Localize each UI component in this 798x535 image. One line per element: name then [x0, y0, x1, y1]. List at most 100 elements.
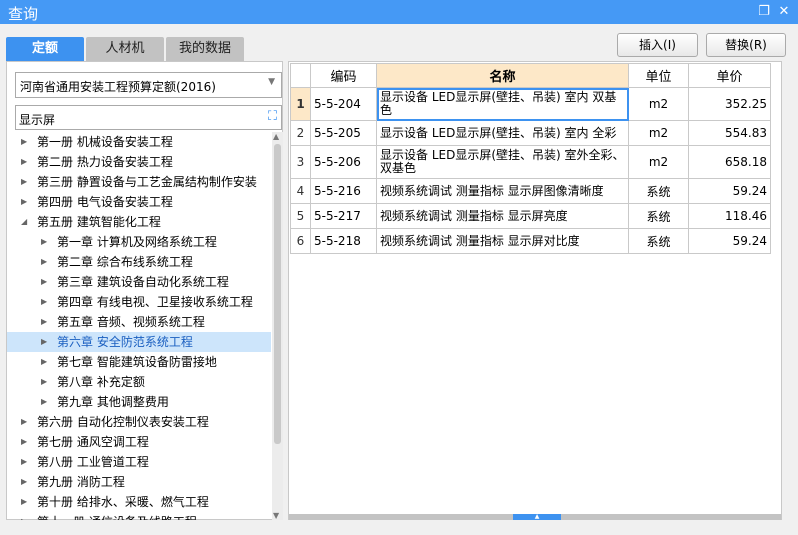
table-row[interactable]: 3 5-5-206 显示设备 LED显示屏(壁挂、吊装) 室外全彩、双基色 m2 658…: [290, 145, 771, 179]
table-row[interactable]: 5 5-5-217 视频系统调试 测量指标 显示屏亮度 系统 118.46: [290, 203, 771, 229]
table-row[interactable]: 1 5-5-204 显示设备 LED显示屏(壁挂、吊装) 室内 双基色 m2 352.2…: [290, 87, 771, 121]
column-header[interactable]: 名称: [376, 63, 629, 88]
tree-node[interactable]: ▶ 第八册 工业管道工程: [7, 452, 271, 472]
tree-node[interactable]: ▶ 第四册 电气设备安装工程: [7, 192, 271, 212]
cell-name[interactable]: 视频系统调试 测量指标 显示屏对比度: [376, 228, 629, 254]
restore-icon[interactable]: ❐: [756, 4, 772, 20]
expand-icon[interactable]: ▶: [41, 272, 47, 292]
tree-node[interactable]: ▶ 第二册 热力设备安装工程: [7, 152, 271, 172]
cell-code[interactable]: 5-5-216: [310, 178, 377, 204]
expand-icon[interactable]: ▶: [41, 292, 47, 312]
expand-icon[interactable]: ▶: [41, 352, 47, 372]
tree-node[interactable]: ▶ 第五章 音频、视频系统工程: [7, 312, 271, 332]
column-header[interactable]: [290, 63, 311, 88]
cell-code[interactable]: 5-5-205: [310, 120, 377, 146]
cell-code[interactable]: 5-5-218: [310, 228, 377, 254]
cell-unit[interactable]: 系统: [628, 178, 689, 204]
cell-name[interactable]: 视频系统调试 测量指标 显示屏图像清晰度: [376, 178, 629, 204]
column-header[interactable]: 单位: [628, 63, 689, 88]
cell-no[interactable]: 3: [290, 145, 311, 179]
column-header[interactable]: 单价: [688, 63, 771, 88]
splitter-handle[interactable]: ▲: [513, 514, 561, 520]
insert-button[interactable]: 插入(I): [617, 33, 698, 57]
cell-name[interactable]: 视频系统调试 测量指标 显示屏亮度: [376, 203, 629, 229]
tree-node[interactable]: ▶ 第六章 安全防范系统工程: [7, 332, 271, 352]
tree-node[interactable]: ▶ 第九章 其他调整费用: [7, 392, 271, 412]
table-row[interactable]: 4 5-5-216 视频系统调试 测量指标 显示屏图像清晰度 系统 59.24: [290, 178, 771, 204]
tree-node[interactable]: ◢ 第五册 建筑智能化工程: [7, 212, 271, 232]
tab-labor-material-machine[interactable]: 人材机: [86, 37, 164, 61]
cell-no[interactable]: 4: [290, 178, 311, 204]
cell-unit[interactable]: m2: [628, 120, 689, 146]
cell-unit[interactable]: m2: [628, 87, 689, 121]
tree-node[interactable]: ▶ 第十一册 通信设备及线路工程: [7, 512, 271, 520]
cell-unit[interactable]: m2: [628, 145, 689, 179]
cell-code[interactable]: 5-5-217: [310, 203, 377, 229]
expand-icon[interactable]: ▶: [41, 252, 47, 272]
search-input[interactable]: 显示屏 ⛶: [15, 105, 282, 130]
tree-node[interactable]: ▶ 第一章 计算机及网络系统工程: [7, 232, 271, 252]
close-icon[interactable]: ✕: [776, 4, 792, 20]
cell-code[interactable]: 5-5-206: [310, 145, 377, 179]
cell-unit[interactable]: 系统: [628, 228, 689, 254]
cell-no[interactable]: 1: [290, 87, 311, 121]
cell-no[interactable]: 5: [290, 203, 311, 229]
clear-brush-icon[interactable]: ⛶: [268, 109, 277, 124]
tree-node[interactable]: ▶ 第七章 智能建筑设备防雷接地: [7, 352, 271, 372]
results-table: 编码 名称 单位 单价 1 5-5-204 显示设备 LED显示屏(壁挂、吊装) 室内 双…: [290, 63, 771, 254]
horizontal-scrollbar[interactable]: ▲: [289, 514, 781, 520]
tree-node[interactable]: ▶ 第九册 消防工程: [7, 472, 271, 492]
window-title: 查询: [8, 5, 39, 23]
column-header[interactable]: 编码: [310, 63, 377, 88]
cell-unit[interactable]: 系统: [628, 203, 689, 229]
tree-node[interactable]: ▶ 第六册 自动化控制仪表安装工程: [7, 412, 271, 432]
expand-icon[interactable]: ▶: [21, 452, 27, 472]
tree-node[interactable]: ▶ 第二章 综合布线系统工程: [7, 252, 271, 272]
scrollbar-thumb[interactable]: [274, 144, 281, 444]
tab-quota[interactable]: 定额: [6, 37, 84, 61]
expand-icon[interactable]: ▶: [21, 472, 27, 492]
quota-library-select[interactable]: 河南省通用安装工程预算定额(2016) ▼: [15, 72, 282, 98]
cell-price[interactable]: 352.25: [688, 87, 771, 121]
expand-icon[interactable]: ▶: [41, 372, 47, 392]
cell-price[interactable]: 658.18: [688, 145, 771, 179]
tree-node[interactable]: ▶ 第四章 有线电视、卫星接收系统工程: [7, 292, 271, 312]
tree-node-label: 第三册 静置设备与工艺金属结构制作安装: [37, 175, 257, 189]
expand-icon[interactable]: ▶: [21, 192, 27, 212]
cell-name[interactable]: 显示设备 LED显示屏(壁挂、吊装) 室内 全彩: [376, 120, 629, 146]
cell-price[interactable]: 118.46: [688, 203, 771, 229]
cell-name[interactable]: 显示设备 LED显示屏(壁挂、吊装) 室外全彩、双基色: [376, 145, 629, 179]
tree-node[interactable]: ▶ 第十册 给排水、采暖、燃气工程: [7, 492, 271, 512]
tree-node[interactable]: ▶ 第三章 建筑设备自动化系统工程: [7, 272, 271, 292]
expand-icon[interactable]: ▶: [21, 172, 27, 192]
expand-icon[interactable]: ▶: [21, 132, 27, 152]
cell-code[interactable]: 5-5-204: [310, 87, 377, 121]
tree-node[interactable]: ▶ 第三册 静置设备与工艺金属结构制作安装: [7, 172, 271, 192]
expand-icon[interactable]: ▶: [21, 512, 27, 520]
replace-button[interactable]: 替换(R): [706, 33, 786, 57]
scroll-up-icon[interactable]: ▲: [273, 132, 279, 141]
cell-price[interactable]: 59.24: [688, 228, 771, 254]
tree-node[interactable]: ▶ 第一册 机械设备安装工程: [7, 132, 271, 152]
scroll-down-icon[interactable]: ▼: [273, 511, 279, 520]
expand-icon[interactable]: ▶: [21, 412, 27, 432]
expand-icon[interactable]: ▶: [41, 332, 47, 352]
tree-node[interactable]: ▶ 第八章 补充定额: [7, 372, 271, 392]
table-row[interactable]: 2 5-5-205 显示设备 LED显示屏(壁挂、吊装) 室内 全彩 m2 554.83: [290, 120, 771, 146]
expand-icon[interactable]: ▶: [41, 392, 47, 412]
cell-name[interactable]: 显示设备 LED显示屏(壁挂、吊装) 室内 双基色: [376, 87, 629, 121]
table-row[interactable]: 6 5-5-218 视频系统调试 测量指标 显示屏对比度 系统 59.24: [290, 228, 771, 254]
cell-no[interactable]: 6: [290, 228, 311, 254]
collapse-icon[interactable]: ◢: [21, 212, 27, 232]
tab-my-data[interactable]: 我的数据: [166, 37, 244, 61]
expand-icon[interactable]: ▶: [21, 432, 27, 452]
expand-icon[interactable]: ▶: [41, 232, 47, 252]
cell-price[interactable]: 59.24: [688, 178, 771, 204]
tree-node[interactable]: ▶ 第七册 通风空调工程: [7, 432, 271, 452]
cell-price[interactable]: 554.83: [688, 120, 771, 146]
tree-scrollbar[interactable]: ▲ ▼: [272, 132, 283, 520]
expand-icon[interactable]: ▶: [21, 152, 27, 172]
expand-icon[interactable]: ▶: [21, 492, 27, 512]
cell-no[interactable]: 2: [290, 120, 311, 146]
expand-icon[interactable]: ▶: [41, 312, 47, 332]
